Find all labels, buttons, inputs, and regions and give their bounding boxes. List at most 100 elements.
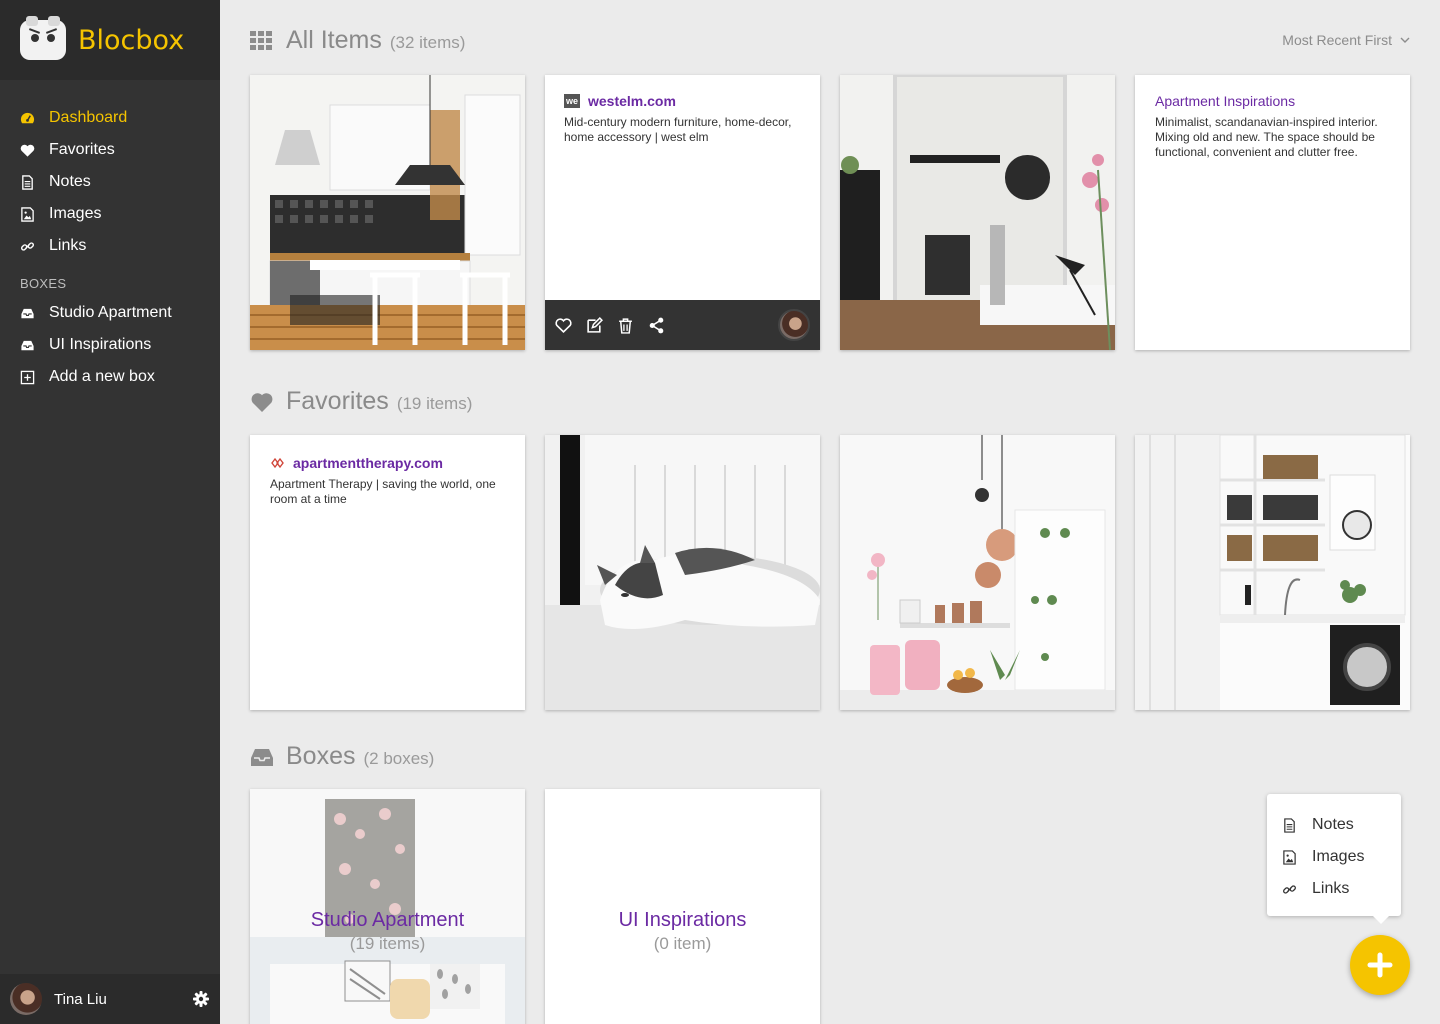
menu-label: Notes (1312, 816, 1354, 833)
nav-label: Images (49, 205, 102, 222)
inbox-icon (19, 305, 35, 321)
favorite-icon[interactable] (555, 317, 572, 334)
studio-apartment-cover-photo (250, 789, 525, 1024)
link-title[interactable]: we westelm.com (564, 93, 800, 109)
image-icon (19, 206, 35, 222)
image-card-kitchen[interactable] (250, 75, 525, 350)
note-icon (19, 174, 35, 190)
pink-kitchen-photo (840, 435, 1115, 710)
nav-item-favorites[interactable]: Favorites (0, 134, 220, 166)
brand-name: Blocbox (78, 24, 185, 56)
box-label: Studio Apartment (19 items) (250, 909, 525, 954)
link-title-text: apartmenttherapy.com (293, 455, 443, 471)
user-name: Tina Liu (54, 990, 107, 1008)
note-card-apartment-inspirations[interactable]: Apartment Inspirations Minimalist, scand… (1135, 75, 1410, 350)
add-link-option[interactable]: Links (1267, 873, 1401, 905)
menu-label: Images (1312, 848, 1365, 865)
nav-label: Add a new box (49, 368, 155, 385)
nav-item-studio-apartment[interactable]: Studio Apartment (0, 297, 220, 329)
image-card-laundry[interactable] (1135, 435, 1410, 710)
box-count: (0 item) (653, 934, 712, 953)
add-note-option[interactable]: Notes (1267, 809, 1401, 841)
westelm-favicon-icon: we (564, 94, 580, 108)
image-card-living-kitchen[interactable] (840, 75, 1115, 350)
nav-label: UI Inspirations (49, 336, 152, 353)
box-count: (19 items) (349, 934, 426, 953)
add-item-fab-button[interactable] (1350, 935, 1410, 995)
add-box-icon (19, 369, 35, 385)
section-count: (2 boxes) (363, 749, 435, 768)
main-content: All Items (32 items) Most Recent First w… (220, 0, 1440, 1024)
sidebar: Blocbox Dashboard Favorites Notes Images (0, 0, 220, 1024)
add-image-option[interactable]: Images (1267, 841, 1401, 873)
trash-icon[interactable] (617, 317, 634, 334)
section-count: (32 items) (389, 33, 466, 52)
box-card-ui-inspirations[interactable]: UI Inspirations (0 item) (545, 789, 820, 1024)
user-bar: Tina Liu (0, 974, 220, 1024)
section-title: Boxes (286, 742, 356, 770)
heart-icon (251, 392, 273, 412)
section-title: All Items (286, 26, 382, 54)
link-card-body: we westelm.com Mid-century modern furnit… (545, 75, 820, 145)
nav-item-ui-inspirations[interactable]: UI Inspirations (0, 329, 220, 361)
nav-item-dashboard[interactable]: Dashboard (0, 102, 220, 134)
avatar[interactable] (10, 983, 42, 1015)
link-description: Mid-century modern furniture, home-decor… (564, 115, 792, 144)
dashboard-icon (19, 110, 35, 126)
nav-label: Notes (49, 173, 91, 190)
link-title-text: westelm.com (588, 93, 676, 109)
box-label: UI Inspirations (0 item) (545, 909, 820, 954)
sort-dropdown[interactable]: Most Recent First (1282, 32, 1410, 48)
note-body: Apartment Inspirations Minimalist, scand… (1135, 75, 1410, 160)
boxes-header: Boxes (2 boxes) (250, 742, 434, 771)
nav-label: Favorites (49, 141, 115, 158)
section-count: (19 items) (396, 394, 473, 413)
link-card-apartmenttherapy[interactable]: apartmenttherapy.com Apartment Therapy |… (250, 435, 525, 710)
share-icon[interactable] (648, 317, 665, 334)
sort-label: Most Recent First (1282, 32, 1392, 48)
box-title: UI Inspirations (618, 909, 747, 931)
living-kitchen-photo (840, 75, 1115, 350)
note-title: Apartment Inspirations (1155, 93, 1296, 109)
nav-item-notes[interactable]: Notes (0, 166, 220, 198)
boxes-nav: Studio Apartment UI Inspirations Add a n… (0, 297, 220, 393)
nav-label: Studio Apartment (49, 304, 172, 321)
heart-icon (19, 142, 35, 158)
box-title: Studio Apartment (310, 909, 465, 931)
plus-icon (1367, 952, 1393, 978)
image-card-pink-kitchen[interactable] (840, 435, 1115, 710)
boxes-section-label: BOXES (20, 276, 67, 291)
add-new-box-button[interactable]: Add a new box (0, 361, 220, 393)
card-toolbar (545, 300, 820, 350)
favorites-header: Favorites (19 items) (250, 387, 472, 416)
nav-item-links[interactable]: Links (0, 230, 220, 262)
gear-icon[interactable] (192, 990, 210, 1008)
link-card-body: apartmenttherapy.com Apartment Therapy |… (250, 435, 525, 507)
image-icon (1283, 849, 1296, 865)
grid-icon (250, 30, 272, 50)
laundry-photo (1135, 435, 1410, 710)
edit-icon[interactable] (586, 316, 603, 334)
section-title: Favorites (286, 387, 389, 415)
chevron-down-icon (1400, 37, 1410, 43)
link-card-westelm[interactable]: we westelm.com Mid-century modern furnit… (545, 75, 820, 350)
add-item-menu: Notes Images Links (1267, 794, 1401, 924)
nav-label: Dashboard (49, 109, 128, 126)
box-card-studio-apartment[interactable]: Studio Apartment (19 items) (250, 789, 525, 1024)
note-text: Minimalist, scandanavian-inspired interi… (1155, 115, 1378, 159)
link-title[interactable]: apartmenttherapy.com (270, 455, 505, 471)
link-icon (19, 238, 35, 254)
brand[interactable]: Blocbox (0, 0, 220, 80)
note-icon (1284, 817, 1295, 833)
owner-avatar[interactable] (778, 309, 810, 341)
menu-label: Links (1312, 880, 1350, 897)
apartmenttherapy-favicon-icon (271, 457, 284, 468)
image-card-cat[interactable] (545, 435, 820, 710)
link-description: Apartment Therapy | saving the world, on… (270, 477, 496, 506)
inbox-icon (19, 337, 35, 353)
all-items-header: All Items (32 items) (250, 26, 465, 55)
nav-item-images[interactable]: Images (0, 198, 220, 230)
main-nav: Dashboard Favorites Notes Images Links (0, 80, 220, 262)
link-icon (1283, 884, 1296, 894)
kitchen-photo (250, 75, 525, 350)
